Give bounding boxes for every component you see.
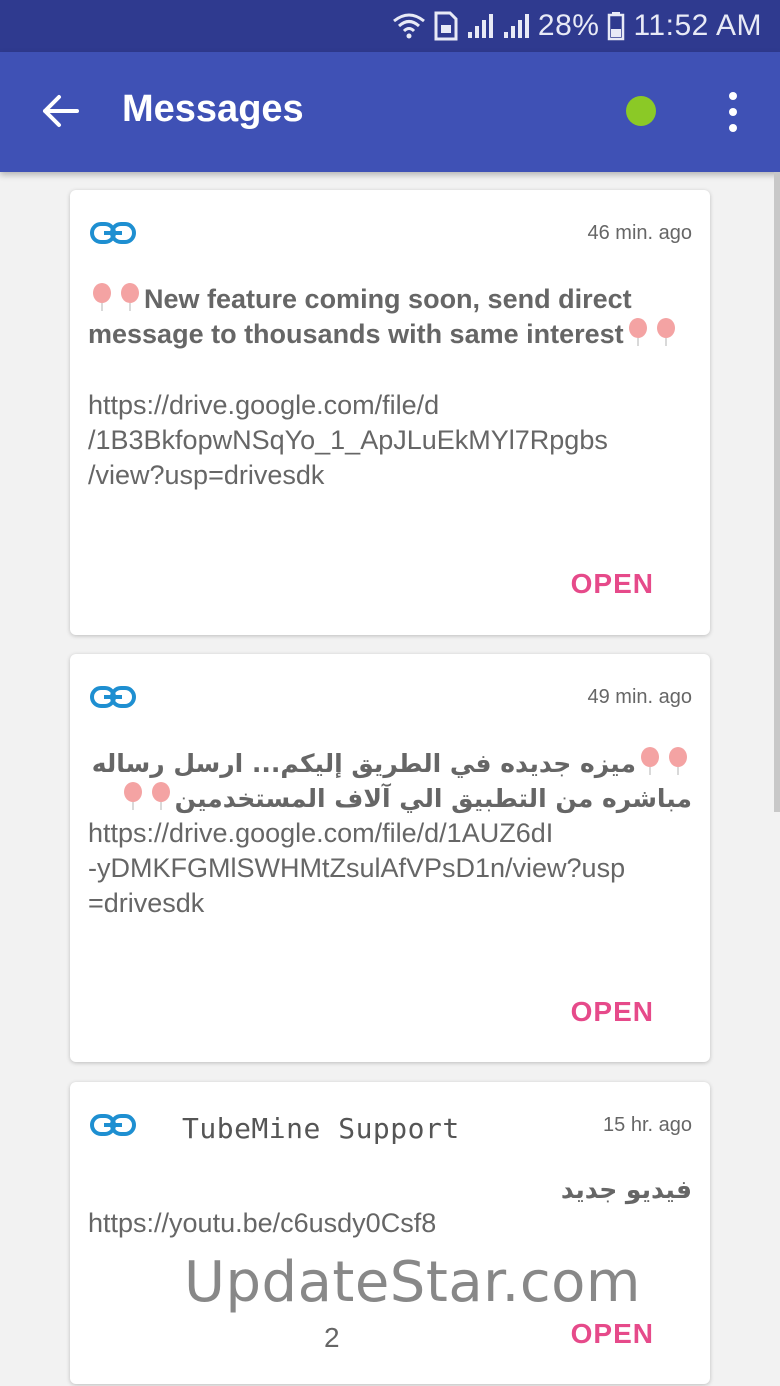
balloon-icon	[123, 782, 142, 810]
page-number: 2	[324, 1322, 340, 1353]
message-title-text: New feature coming soon, send direct mes…	[88, 284, 632, 349]
sim-icon	[434, 11, 458, 41]
overflow-menu-button[interactable]	[716, 92, 750, 132]
battery-percent: 28%	[537, 9, 600, 42]
balloon-icon	[628, 318, 647, 346]
balloon-icon	[656, 318, 675, 346]
signal-icon-2	[502, 12, 530, 40]
balloon-icon	[151, 782, 170, 810]
message-card[interactable]: TubeMine Support 15 hr. ago فيديو جديد h…	[70, 1082, 710, 1384]
link-icon	[90, 686, 136, 708]
open-button[interactable]: OPEN	[571, 996, 654, 1028]
message-title: فيديو جديد	[560, 1175, 692, 1204]
message-sender: TubeMine Support	[182, 1112, 460, 1145]
link-icon	[90, 1114, 136, 1136]
message-card[interactable]: 46 min. ago New feature coming soon, sen…	[70, 190, 710, 635]
message-time: 49 min. ago	[587, 686, 692, 708]
balloon-icon	[641, 747, 659, 775]
message-title: ميزه جديده في الطريق إليكم... ارسل رساله…	[88, 746, 692, 816]
message-title-line: ميزه جديده في الطريق إليكم... ارسل رساله	[91, 749, 636, 778]
message-link[interactable]: https://drive.google.com/file/d/1AUZ6dI …	[88, 816, 692, 921]
message-link[interactable]: https://drive.google.com/file/d /1B3Bkfo…	[88, 388, 692, 493]
back-arrow-icon	[43, 95, 79, 127]
battery-icon	[607, 11, 625, 41]
scrollbar[interactable]	[774, 172, 780, 812]
message-title: New feature coming soon, send direct mes…	[88, 282, 692, 352]
balloon-icon	[669, 747, 687, 775]
message-card[interactable]: 49 min. ago ميزه جديده في الطريق إليكم..…	[70, 654, 710, 1062]
balloon-icon	[121, 283, 139, 311]
page-title: Messages	[122, 88, 304, 130]
overflow-menu-icon	[729, 92, 737, 100]
watermark: UpdateStar.com	[184, 1250, 641, 1315]
balloon-icon	[93, 283, 111, 311]
open-button[interactable]: OPEN	[571, 568, 654, 600]
clock: 11:52 AM	[633, 9, 762, 42]
app-bar: Messages	[0, 52, 780, 172]
back-button[interactable]	[36, 86, 86, 136]
link-icon	[90, 222, 136, 244]
message-link[interactable]: https://youtu.be/c6usdy0Csf8	[88, 1206, 692, 1241]
signal-icon	[466, 12, 494, 40]
open-button[interactable]: OPEN	[571, 1318, 654, 1350]
message-time: 15 hr. ago	[603, 1114, 692, 1136]
message-title-line: مباشره من التطبيق الي آلاف المستخدمين	[174, 784, 692, 813]
online-status-icon	[626, 96, 656, 126]
message-time: 46 min. ago	[587, 222, 692, 244]
status-bar: 28% 11:52 AM	[0, 0, 780, 52]
wifi-icon	[392, 11, 426, 41]
